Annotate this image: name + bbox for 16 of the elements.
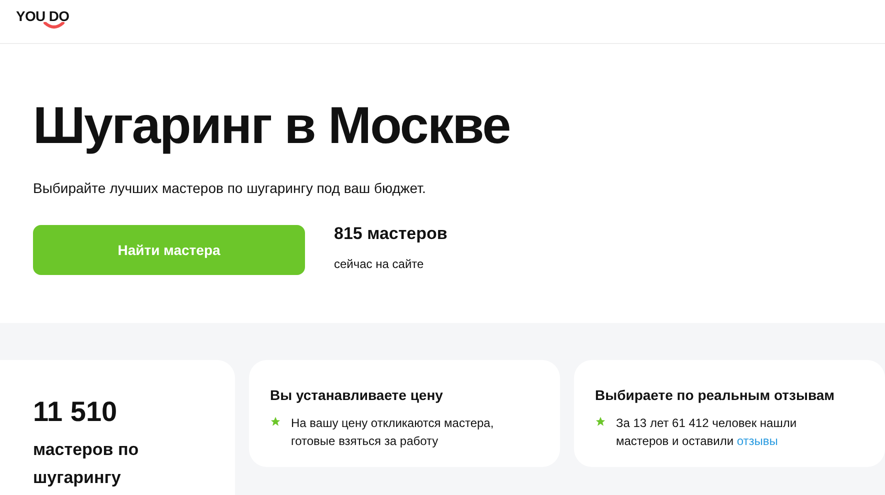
- master-count: 815 мастеров: [334, 223, 448, 246]
- star-icon: [270, 416, 281, 427]
- feature-text: За 13 лет 61 412 человек нашли мастеров и оставили отзывы: [616, 415, 798, 450]
- feature-title: Выбираете по реальным отзывам: [595, 386, 836, 405]
- logo[interactable]: YOU DO: [16, 9, 70, 29]
- smile-icon: [42, 22, 65, 29]
- find-master-button[interactable]: Найти мастера: [33, 225, 305, 275]
- star-icon: [595, 416, 606, 427]
- feature-text: На вашу цену откликаются мастера, готовые взяться за работу: [291, 415, 495, 450]
- reviews-link[interactable]: отзывы: [736, 434, 778, 448]
- count-caption: сейчас на сайте: [334, 256, 425, 273]
- feature-title: Вы устанавливаете цену: [270, 386, 444, 405]
- page-title: Шугаринг в Москве: [33, 96, 511, 157]
- subtitle: Выбирайте лучших мастеров по шугарингу под ваш бюджет.: [33, 179, 427, 198]
- stats-caption: мастеров по шугарингу: [33, 439, 140, 489]
- stats-number: 11 510: [33, 398, 118, 426]
